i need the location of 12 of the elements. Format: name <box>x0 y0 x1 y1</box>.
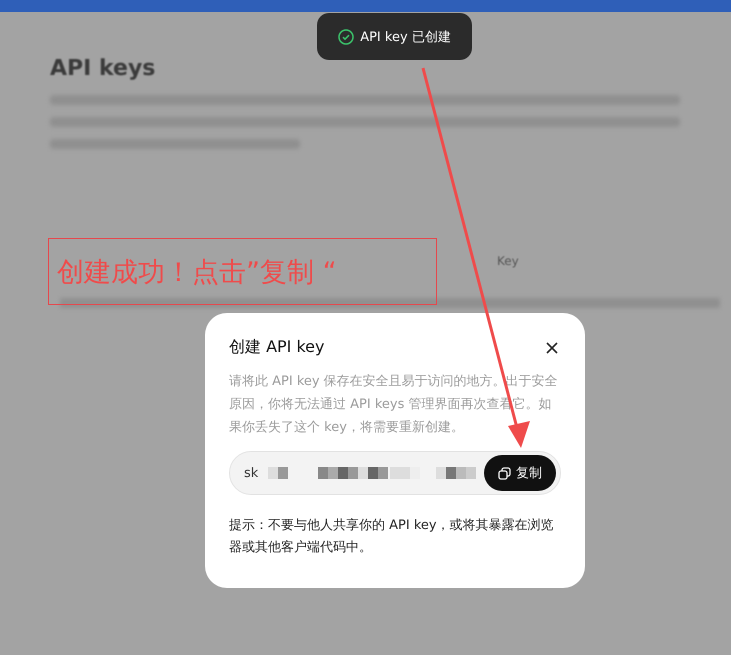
tip-text: 提示：不要与他人共享你的 API key，或将其暴露在浏览器或其他客户端代码中。 <box>229 517 555 557</box>
dialog-title: 创建 API key <box>229 337 324 358</box>
close-icon <box>545 340 559 354</box>
column-header: Key <box>497 254 519 268</box>
copy-button[interactable]: 复制 <box>484 455 556 491</box>
key-field[interactable]: sk 复制 <box>229 451 561 495</box>
page-title: API keys <box>50 56 156 81</box>
key-prefix: sk <box>244 466 258 480</box>
annotation-callout: 创建成功！点击”复制 “ <box>48 238 437 305</box>
check-circle-icon <box>338 28 354 44</box>
toast-text: API key 已创建 <box>360 28 451 46</box>
copy-icon <box>498 466 511 480</box>
